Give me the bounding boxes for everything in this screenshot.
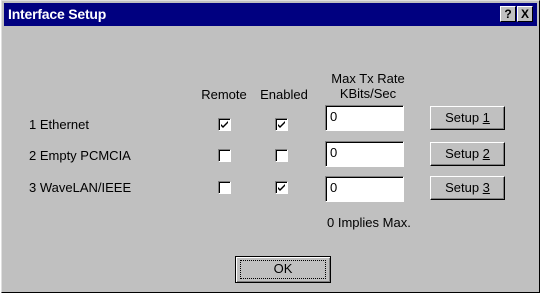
row-label-wavelan: 3 WaveLAN/IEEE (29, 180, 132, 195)
header-remote: Remote (201, 87, 247, 102)
checkmark-icon (221, 121, 228, 128)
remote-checkbox-1[interactable] (218, 118, 231, 131)
window-title: Interface Setup (8, 6, 107, 22)
ok-button[interactable]: OK (235, 256, 331, 283)
setup-button-1[interactable]: Setup 1 (430, 106, 505, 130)
header-kbits: KBits/Sec (339, 86, 397, 101)
help-button[interactable]: ? (500, 6, 516, 22)
checkmark-icon (278, 121, 285, 128)
title-bar: Interface Setup ? X (4, 3, 537, 26)
max-rate-input-3[interactable]: 0 (325, 176, 404, 202)
checkmark-icon (278, 184, 285, 191)
close-button[interactable]: X (517, 6, 533, 22)
max-rate-input-2[interactable]: 0 (325, 141, 404, 167)
row-label-ethernet: 1 Ethernet (29, 117, 89, 132)
setup-button-3[interactable]: Setup 3 (430, 176, 505, 200)
enabled-checkbox-3[interactable] (275, 181, 288, 194)
setup-button-2[interactable]: Setup 2 (430, 142, 505, 166)
interface-setup-dialog: Interface Setup ? X Remote Enabled Max T… (1, 0, 540, 293)
focus-rectangle (240, 260, 326, 279)
header-enabled: Enabled (260, 87, 308, 102)
row-label-empty-pcmcia: 2 Empty PCMCIA (29, 148, 131, 163)
max-rate-note: 0 Implies Max. (327, 215, 411, 230)
header-max-rate: Max Tx Rate (331, 71, 405, 86)
enabled-checkbox-1[interactable] (275, 118, 288, 131)
max-rate-input-1[interactable]: 0 (325, 105, 404, 131)
enabled-checkbox-2[interactable] (275, 149, 288, 162)
remote-checkbox-3[interactable] (218, 181, 231, 194)
remote-checkbox-2[interactable] (218, 149, 231, 162)
